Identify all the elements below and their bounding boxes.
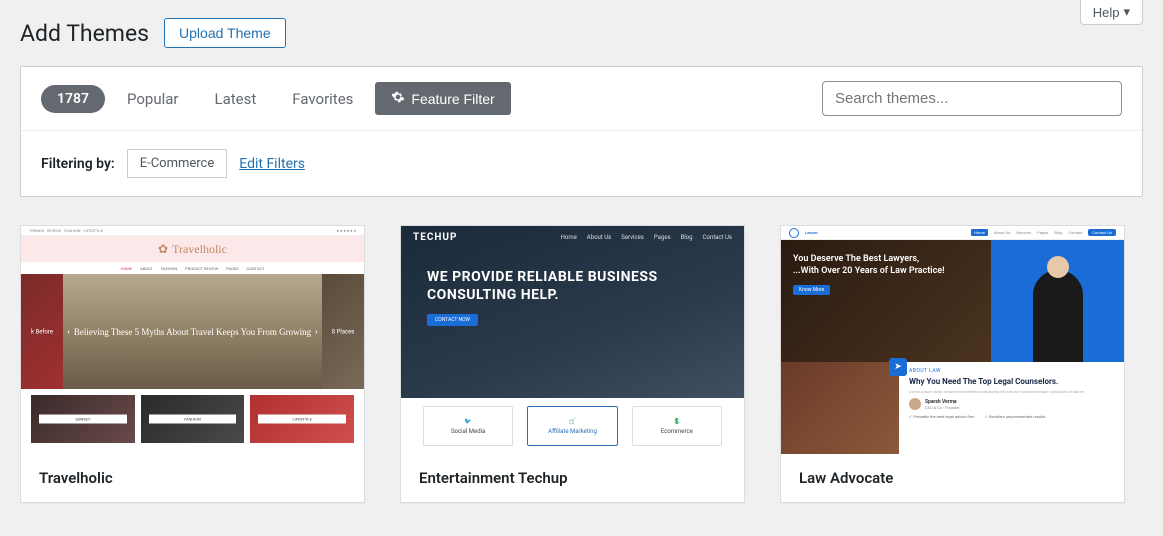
page-header: Add Themes Upload Theme: [0, 0, 1163, 66]
theme-card-law-advocate[interactable]: Lawyer Home About UsServicesPagesBlogCon…: [780, 225, 1125, 503]
upload-theme-button[interactable]: Upload Theme: [164, 18, 286, 48]
feature-filter-button[interactable]: Feature Filter: [375, 82, 510, 115]
help-tab[interactable]: Help ▾: [1080, 0, 1143, 25]
edit-filters-link[interactable]: Edit Filters: [239, 156, 305, 172]
theme-thumbnail: TECHUP HomeAbout UsServicesPagesBlogCont…: [401, 226, 744, 454]
theme-card-travelholic[interactable]: TRENDS REVIEW FASHION LIFESTYLE● ● ● ● ●…: [20, 225, 365, 503]
gear-icon: [391, 90, 405, 107]
filtering-by-label: Filtering by:: [41, 156, 115, 172]
themes-grid: TRENDS REVIEW FASHION LIFESTYLE● ● ● ● ●…: [0, 197, 1163, 531]
tab-latest[interactable]: Latest: [201, 84, 271, 114]
search-themes-input[interactable]: [822, 81, 1122, 116]
active-filters-row: Filtering by: E-Commerce Edit Filters: [21, 130, 1142, 196]
help-label: Help: [1093, 5, 1120, 20]
chevron-down-icon: ▾: [1123, 4, 1130, 20]
filter-tag-ecommerce[interactable]: E-Commerce: [127, 149, 228, 178]
feature-filter-label: Feature Filter: [411, 91, 494, 107]
theme-thumbnail: TRENDS REVIEW FASHION LIFESTYLE● ● ● ● ●…: [21, 226, 364, 454]
tab-favorites[interactable]: Favorites: [278, 84, 367, 114]
filter-panel: 1787 Popular Latest Favorites Feature Fi…: [20, 66, 1143, 197]
page-title: Add Themes: [20, 20, 149, 47]
thumb-brand: ✿Travelholic: [21, 236, 364, 262]
tab-popular[interactable]: Popular: [113, 84, 193, 114]
theme-count-pill: 1787: [41, 85, 105, 113]
theme-card-techup[interactable]: TECHUP HomeAbout UsServicesPagesBlogCont…: [400, 225, 745, 503]
theme-name: Law Advocate: [781, 454, 1124, 502]
filter-tabs-row: 1787 Popular Latest Favorites Feature Fi…: [21, 67, 1142, 130]
theme-name: Travelholic: [21, 454, 364, 502]
theme-thumbnail: Lawyer Home About UsServicesPagesBlogCon…: [781, 226, 1124, 454]
theme-name: Entertainment Techup: [401, 454, 744, 502]
